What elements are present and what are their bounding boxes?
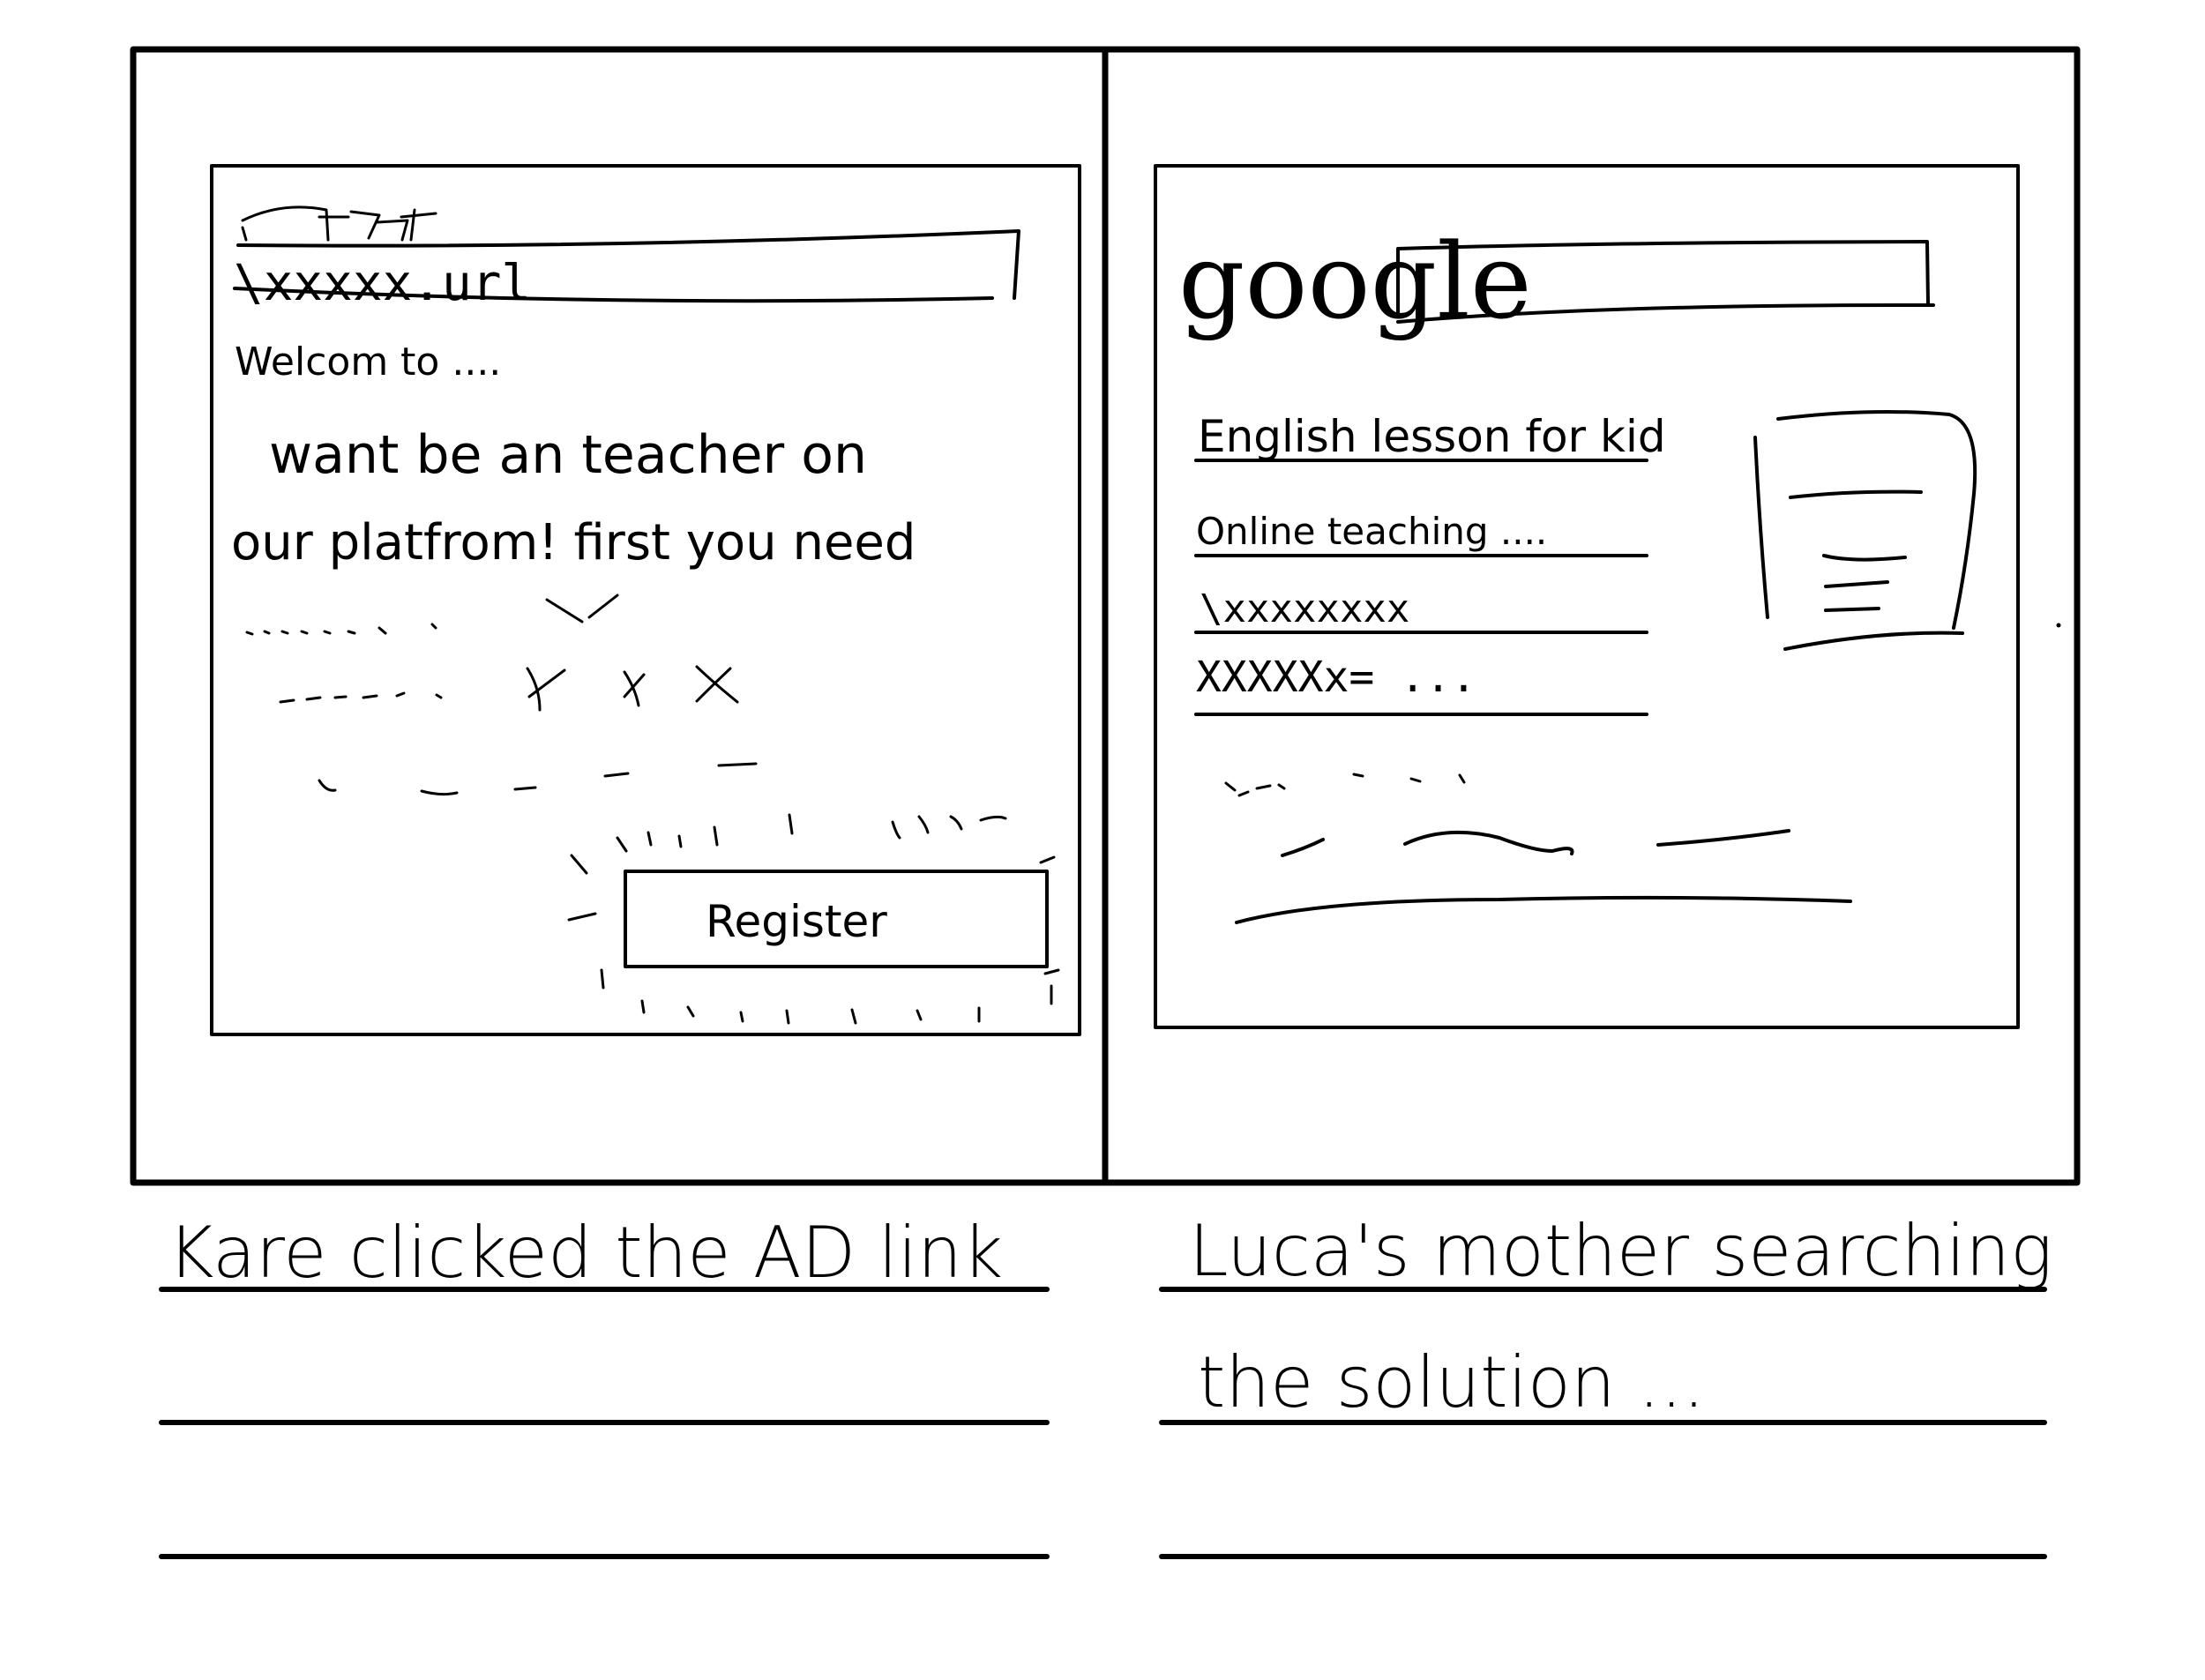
search-result-4[interactable]: XXXXXx= ...: [1196, 653, 1476, 702]
storyboard: \xxxxx.url Welcom to .... want be an tea…: [130, 46, 2081, 1559]
highlight-marks: [567, 813, 1060, 975]
search-result-3[interactable]: \xxxxxxxx: [1200, 586, 1409, 631]
body-placeholder-1: [245, 623, 437, 636]
stray-dot: [2056, 623, 2061, 628]
register-button-label[interactable]: Register: [706, 896, 887, 947]
welcome-text: Welcom to ....: [235, 340, 501, 385]
ad-card-content: [1789, 489, 1923, 612]
url-text: \xxxxx.url: [234, 255, 531, 312]
search-result-1[interactable]: English lesson for kid: [1198, 411, 1666, 462]
body-placeholder-3: [318, 762, 758, 796]
x-mark: [545, 594, 619, 623]
storyboard-frame-left: [130, 46, 1109, 1186]
header-scribble: [241, 205, 437, 242]
teacher-pitch-line-2: our platfrom! first you need: [231, 514, 916, 571]
left-caption: Kare clicked the AD link: [168, 1212, 1003, 1294]
snippet-placeholder-1: [1224, 773, 1466, 797]
right-caption-line-2: the solution ...: [1198, 1341, 1705, 1423]
google-logo: google: [1178, 220, 1532, 342]
body-placeholder-2: [279, 691, 443, 704]
snippet-placeholder-2: [1281, 829, 1790, 857]
x-mark: [526, 665, 739, 712]
snippet-placeholder-3: [1235, 895, 1852, 924]
teacher-pitch-line-1: want be an teacher on: [269, 424, 867, 486]
search-result-2[interactable]: Online teaching ....: [1196, 510, 1547, 553]
highlight-marks-bottom: [600, 968, 1053, 1025]
right-caption-line-1: Luca's mother searching: [1189, 1210, 2052, 1292]
ad-card[interactable]: [1753, 409, 1977, 651]
